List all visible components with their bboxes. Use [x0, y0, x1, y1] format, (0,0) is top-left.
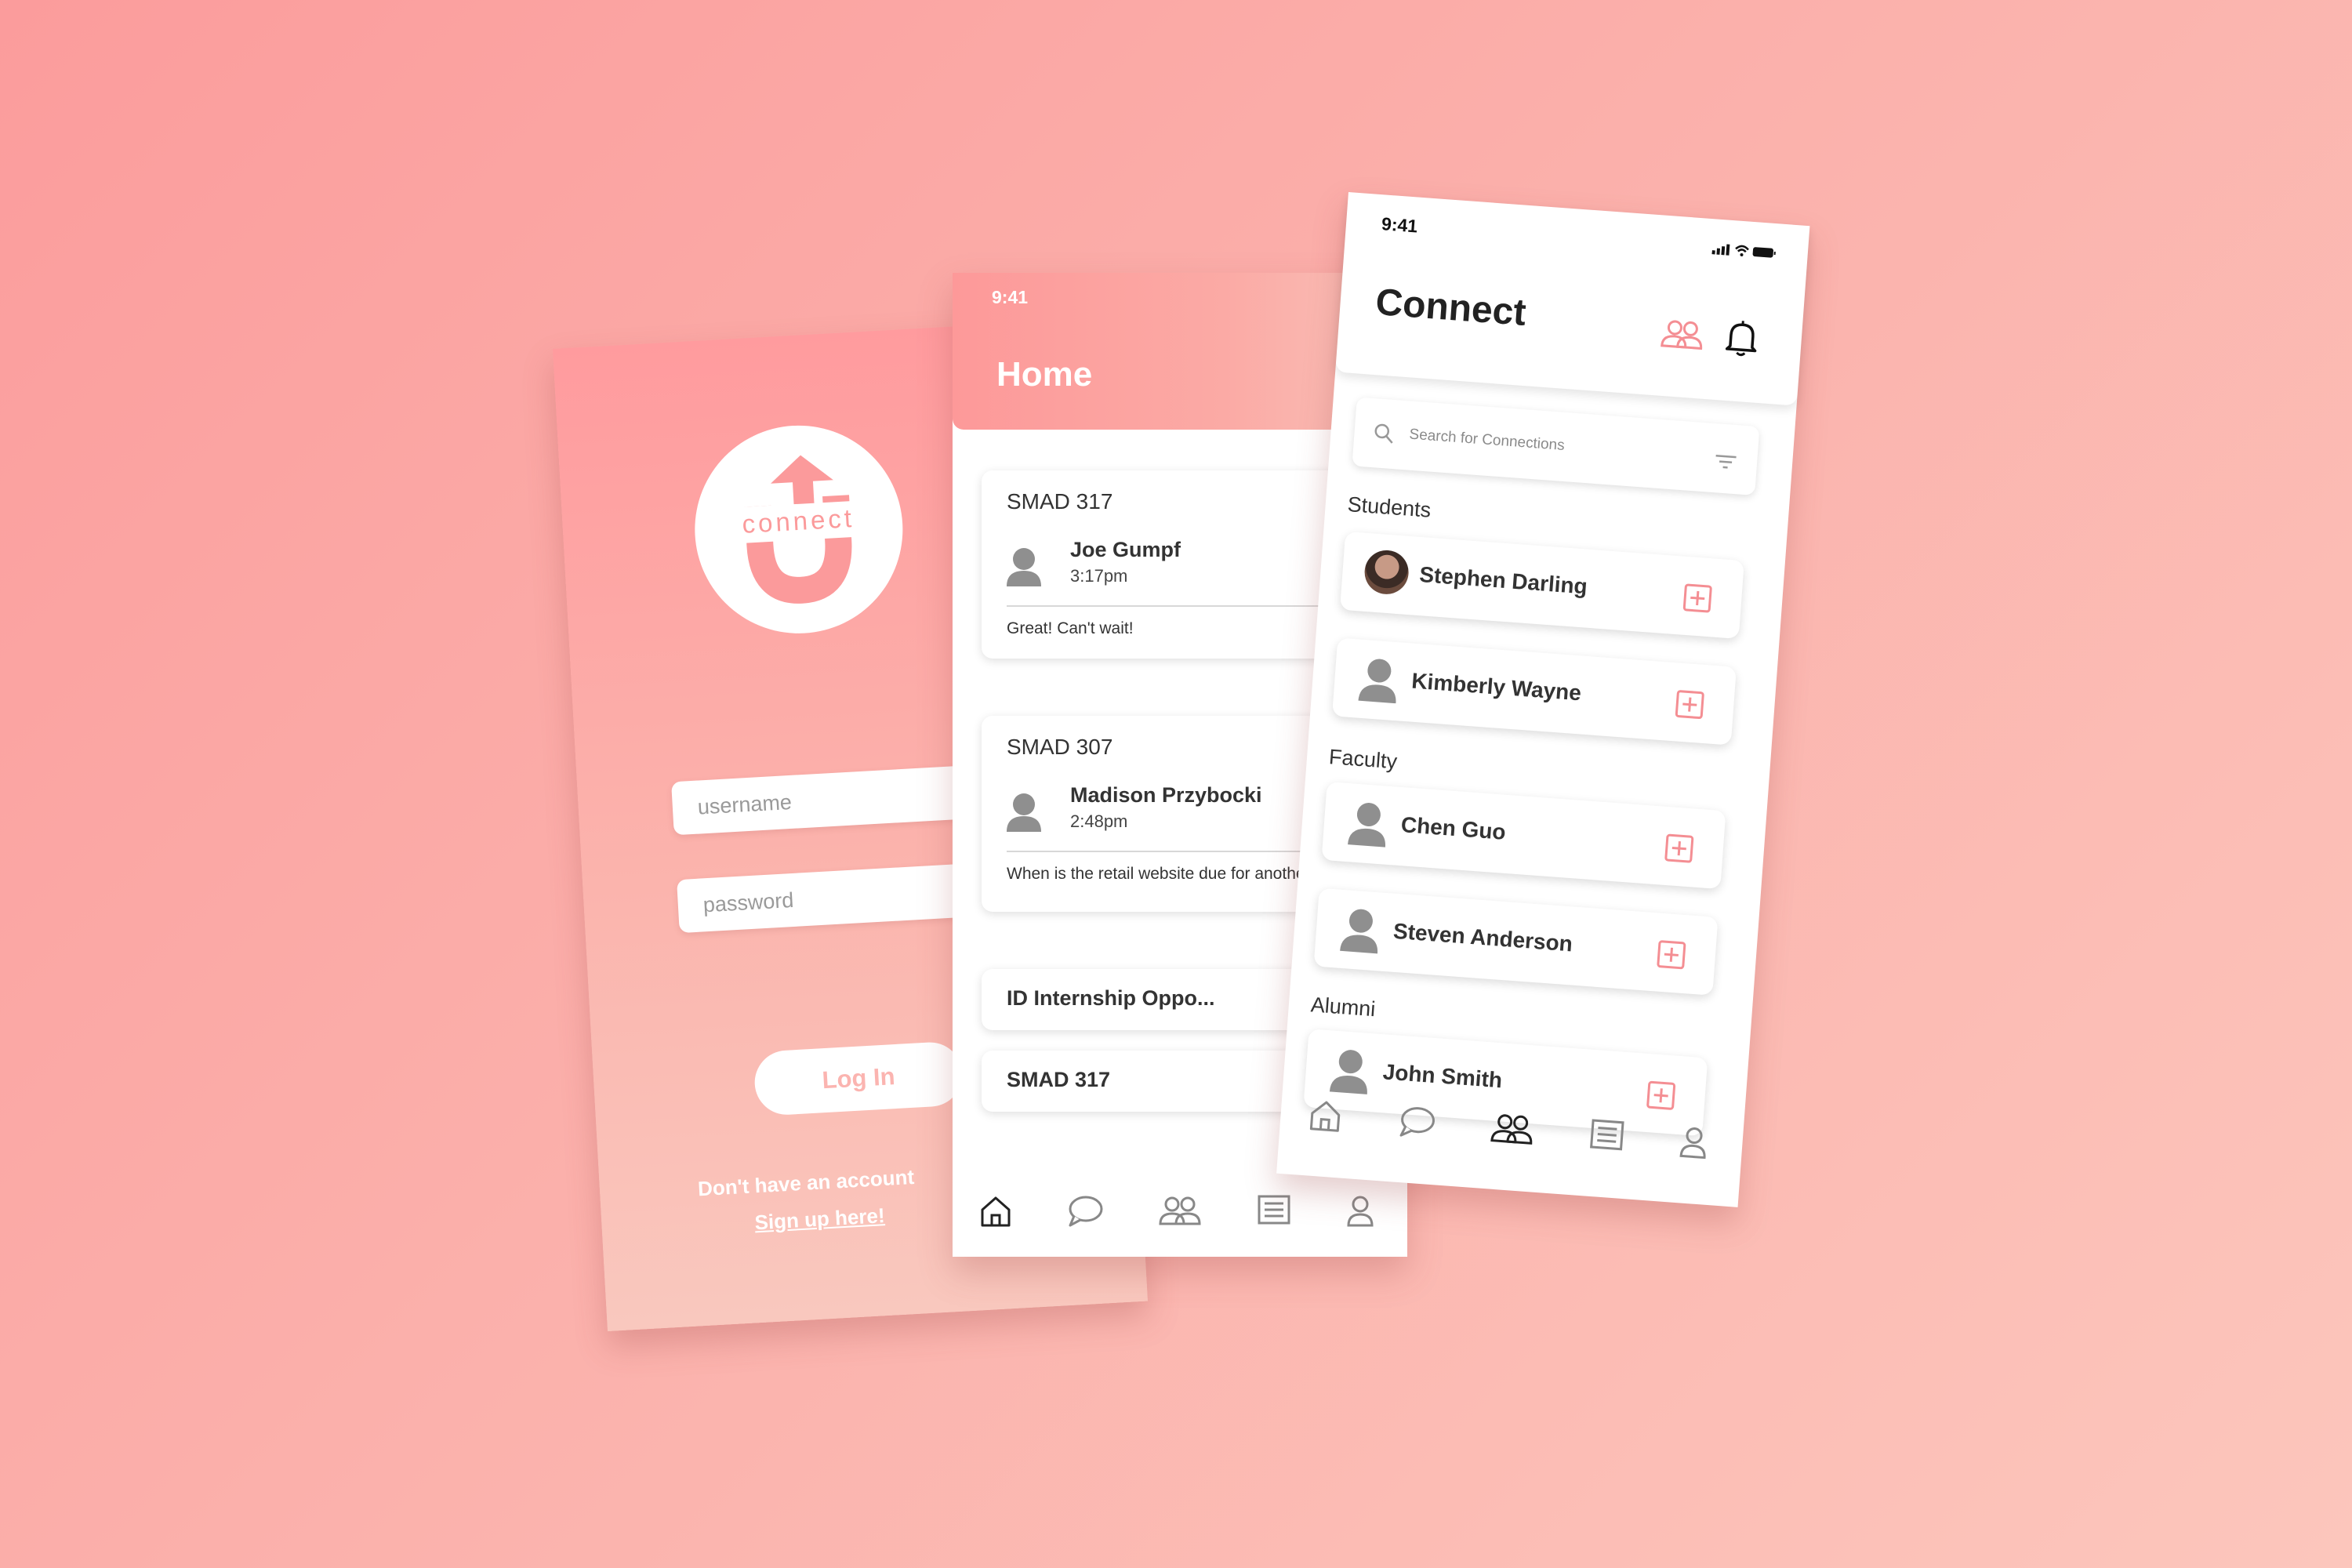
add-connection-icon[interactable]	[1664, 833, 1695, 864]
section-faculty: Faculty	[1328, 745, 1399, 774]
course-name: SMAD 317	[1007, 489, 1113, 514]
avatar-icon	[1007, 548, 1041, 586]
list-icon[interactable]	[1257, 1194, 1291, 1225]
app-logo: connect	[689, 419, 909, 640]
bell-icon[interactable]	[1723, 318, 1761, 359]
person-card[interactable]: Chen Guo	[1321, 782, 1726, 890]
connections-icon[interactable]	[1659, 318, 1705, 352]
person-card[interactable]: Kimberly Wayne	[1332, 637, 1737, 746]
person-name: Chen Guo	[1399, 812, 1507, 844]
list-icon[interactable]	[1588, 1118, 1625, 1152]
person-name: John Smith	[1381, 1059, 1504, 1093]
avatar-icon	[1348, 803, 1385, 848]
chat-icon[interactable]	[1066, 1194, 1104, 1229]
sender-name: Joe Gumpf	[1070, 538, 1181, 561]
signup-link[interactable]: Sign up here!	[754, 1203, 886, 1235]
add-connection-icon[interactable]	[1657, 940, 1687, 971]
page-title: Connect	[1374, 281, 1528, 334]
person-name: Steven Anderson	[1392, 918, 1573, 956]
chat-icon[interactable]	[1397, 1104, 1437, 1141]
search-icon	[1374, 423, 1393, 444]
filter-icon[interactable]	[1714, 453, 1737, 470]
home-icon[interactable]	[1307, 1097, 1344, 1134]
page-title: Home	[996, 355, 1093, 394]
add-connection-icon[interactable]	[1682, 583, 1713, 614]
home-icon[interactable]	[978, 1194, 1013, 1229]
section-students: Students	[1346, 492, 1432, 522]
avatar-icon	[1340, 909, 1377, 954]
person-name: Stephen Darling	[1418, 561, 1588, 599]
connect-header: 9:41 Connect	[1335, 192, 1809, 406]
person-name: Kimberly Wayne	[1410, 668, 1582, 706]
message-preview: Great! Can't wait!	[1007, 619, 1134, 637]
status-bar-icon	[1711, 244, 1776, 258]
section-alumni: Alumni	[1309, 993, 1377, 1022]
sender-name: Madison Przybocki	[1070, 783, 1262, 807]
add-connection-icon[interactable]	[1675, 689, 1705, 720]
message-time: 3:17pm	[1070, 566, 1128, 586]
status-time: 9:41	[992, 287, 1029, 307]
avatar-icon	[1007, 793, 1041, 832]
login-button[interactable]: Log In	[753, 1040, 964, 1117]
connect-screen: 9:41 Connect Search for Connections Stud…	[1276, 192, 1810, 1207]
message-preview: When is the retail website due for anoth…	[1007, 865, 1311, 883]
person-card[interactable]: Steven Anderson	[1313, 887, 1719, 996]
chat-title: SMAD 317	[1007, 1068, 1111, 1091]
people-icon[interactable]	[1489, 1111, 1535, 1149]
avatar-icon	[1358, 659, 1396, 704]
search-input[interactable]: Search for Connections	[1409, 426, 1566, 455]
profile-icon[interactable]	[1679, 1124, 1709, 1161]
person-card[interactable]: Stephen Darling	[1339, 531, 1744, 639]
profile-icon[interactable]	[1346, 1194, 1374, 1229]
course-name: SMAD 307	[1007, 735, 1113, 759]
chat-title: ID Internship Oppo...	[1007, 986, 1215, 1010]
add-connection-icon[interactable]	[1646, 1080, 1676, 1111]
status-time: 9:41	[1381, 213, 1419, 237]
message-time: 2:48pm	[1070, 811, 1128, 831]
people-icon[interactable]	[1158, 1194, 1202, 1229]
avatar-photo	[1363, 548, 1410, 596]
search-bar[interactable]: Search for Connections	[1352, 397, 1760, 495]
